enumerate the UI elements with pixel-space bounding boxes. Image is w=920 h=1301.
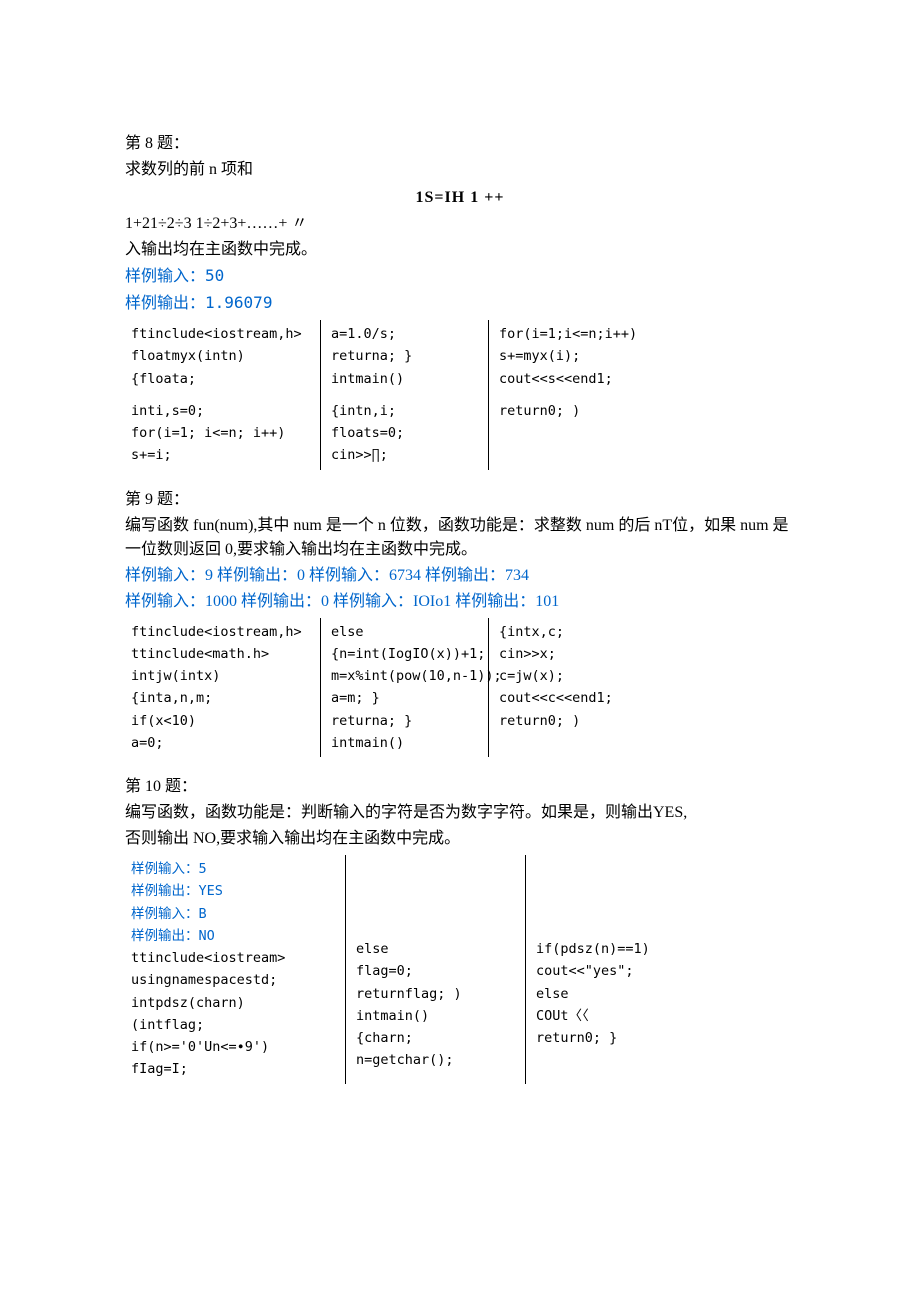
code-line: cout<<"yes";: [536, 961, 675, 981]
code-line: {floata;: [131, 369, 302, 389]
code-line: flag=0;: [356, 961, 507, 981]
code-line: returna; }: [331, 346, 470, 366]
code-line: else: [356, 939, 507, 959]
sample-output-label: 样例输出：: [125, 295, 205, 312]
q10-code-col0: 样例输入：5 样例输出：YES 样例输入：B 样例输出：NO ttinclude…: [125, 855, 335, 1084]
code-line: (intflag;: [131, 1015, 327, 1035]
q10-code-col2: if(pdsz(n)==1) cout<<"yes"; else COUt〈〈 …: [525, 855, 683, 1084]
code-line: cout<<s<<end1;: [499, 369, 638, 389]
q8-code-col0: ftinclude<iostream,h> floatmyx(intn) {fl…: [125, 320, 310, 470]
code-line: a=m; }: [331, 688, 470, 708]
q8-desc: 求数列的前 n 项和: [125, 158, 795, 182]
code-line: {intx,c;: [499, 622, 638, 642]
code-line: for(i=1; i<=n; i++): [131, 423, 302, 443]
code-line: intjw(intx): [131, 666, 302, 686]
code-line: s+=myx(i);: [499, 346, 638, 366]
q9-heading: 第 9 题：: [125, 488, 795, 512]
code-line: for(i=1;i<=n;i++): [499, 324, 638, 344]
q9-code: ftinclude<iostream,h> ttinclude<math.h> …: [125, 618, 795, 758]
code-line: intmain(): [331, 733, 470, 753]
code-line: ftinclude<iostream,h>: [131, 622, 302, 642]
code-line: {intn,i;: [331, 401, 470, 421]
code-line: s+=i;: [131, 445, 302, 465]
q10-sample: 样例输入：B: [131, 904, 327, 924]
q8-code-col1: a=1.0/s; returna; } intmain() {intn,i; f…: [320, 320, 478, 470]
code-line: floats=0;: [331, 423, 470, 443]
code-line: else: [536, 984, 675, 1004]
code-line: intmain(): [331, 369, 470, 389]
code-line: cin>>∏;: [331, 445, 470, 465]
code-line: if(pdsz(n)==1): [536, 939, 675, 959]
code-line: intpdsz(charn): [131, 993, 327, 1013]
q10-sample: 样例输入：5: [131, 859, 327, 879]
q10-desc2: 否则输出 NO,要求输入输出均在主函数中完成。: [125, 827, 795, 851]
code-line: if(n>='0'Un<=∙9'): [131, 1037, 327, 1057]
code-line: {inta,n,m;: [131, 688, 302, 708]
q8-sample-in: 样例输入：50: [125, 264, 795, 289]
code-line: returnflag; ): [356, 984, 507, 1004]
q9-code-col1: else {n=int(IogIO(x))+1; m=x%int(pow(10,…: [320, 618, 478, 758]
q8-formula-left: 1+21÷2÷3 1÷2+3+……+ 〃: [125, 212, 795, 236]
code-line: else: [331, 622, 470, 642]
q10-code: 样例输入：5 样例输出：YES 样例输入：B 样例输出：NO ttinclude…: [125, 855, 795, 1084]
code-line: COUt〈〈: [536, 1006, 675, 1026]
code-line: inti,s=0;: [131, 401, 302, 421]
q10-sample: 样例输出：NO: [131, 926, 327, 946]
code-line: floatmyx(intn): [131, 346, 302, 366]
code-line: c=jw(x);: [499, 666, 638, 686]
code-line: a=0;: [131, 733, 302, 753]
code-line: return0; }: [536, 1028, 675, 1048]
code-line: ftinclude<iostream,h>: [131, 324, 302, 344]
sample-input-label: 样例输入：: [125, 268, 205, 285]
code-line: m=x%int(pow(10,n-1));: [331, 666, 470, 686]
q8-formula-center: 1S=IH 1 ++: [125, 186, 795, 210]
q9-samples-1: 样例输入：9 样例输出：0 样例输入：6734 样例输出：734: [125, 564, 795, 588]
code-line: returna; }: [331, 711, 470, 731]
code-line: intmain(): [356, 1006, 507, 1026]
q8-sample-out: 样例输出：1.96079: [125, 291, 795, 316]
code-line: a=1.0/s;: [331, 324, 470, 344]
code-line: usingnamespacestd;: [131, 970, 327, 990]
sample-output-value: 1.96079: [205, 293, 272, 312]
code-line: cout<<c<<end1;: [499, 688, 638, 708]
q10-desc1: 编写函数，函数功能是：判断输入的字符是否为数字字符。如果是，则输出YES,: [125, 801, 795, 825]
code-line: fIag=I;: [131, 1059, 327, 1079]
q10-heading: 第 10 题：: [125, 775, 795, 799]
code-line: return0; ): [499, 711, 638, 731]
sample-input-value: 50: [205, 266, 224, 285]
q9-code-col0: ftinclude<iostream,h> ttinclude<math.h> …: [125, 618, 310, 758]
code-line: if(x<10): [131, 711, 302, 731]
code-line: {n=int(IogIO(x))+1;: [331, 644, 470, 664]
q9-desc: 编写函数 fun(num),其中 num 是一个 n 位数，函数功能是：求整数 …: [125, 514, 795, 562]
q9-code-col2: {intx,c; cin>>x; c=jw(x); cout<<c<<end1;…: [488, 618, 646, 758]
page: 第 8 题： 求数列的前 n 项和 1S=IH 1 ++ 1+21÷2÷3 1÷…: [0, 0, 920, 1301]
code-line: ttinclude<math.h>: [131, 644, 302, 664]
q8-heading: 第 8 题：: [125, 132, 795, 156]
q10-code-col1: else flag=0; returnflag; ) intmain() {ch…: [345, 855, 515, 1084]
code-line: {charn;: [356, 1028, 507, 1048]
q10-sample: 样例输出：YES: [131, 881, 327, 901]
code-line: ttinclude<iostream>: [131, 948, 327, 968]
code-line: cin>>x;: [499, 644, 638, 664]
q9-samples-2: 样例输入：1000 样例输出：0 样例输入：IOIo1 样例输出：101: [125, 590, 795, 614]
code-line: return0; ): [499, 401, 638, 421]
q8-code: ftinclude<iostream,h> floatmyx(intn) {fl…: [125, 320, 795, 470]
q8-note: 入输出均在主函数中完成。: [125, 238, 795, 262]
code-line: n=getchar();: [356, 1050, 507, 1070]
q8-code-col2: for(i=1;i<=n;i++) s+=myx(i); cout<<s<<en…: [488, 320, 646, 470]
